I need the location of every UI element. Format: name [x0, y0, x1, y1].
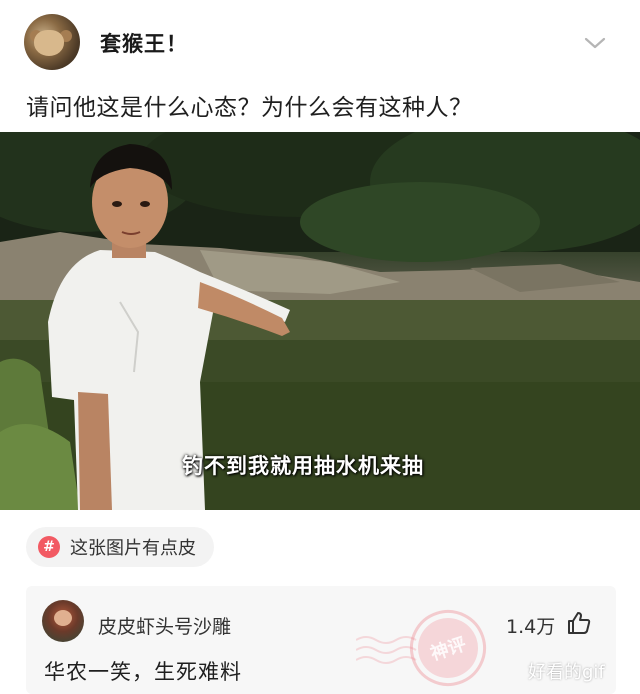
watermark: 好看的gif: [528, 662, 605, 683]
comment-avatar-face: [54, 610, 72, 626]
comment-text: 华农一笑，生死难料: [44, 660, 242, 684]
hash-icon: #: [38, 536, 60, 558]
shenping-stamp-label: 神评: [410, 610, 486, 686]
video-frame[interactable]: 钓不到我就用抽水机来抽: [0, 132, 640, 510]
like-count: 1.4万: [506, 616, 556, 638]
post-header: 套猴王！: [0, 0, 640, 76]
thumbs-up-icon[interactable]: [566, 610, 592, 636]
post-username[interactable]: 套猴王！: [100, 28, 188, 58]
comment-username[interactable]: 皮皮虾头号沙雕: [98, 612, 231, 639]
shenping-stamp: 神评: [400, 600, 496, 694]
chevron-down-icon[interactable]: [580, 30, 610, 56]
topic-tag[interactable]: # 这张图片有点皮: [26, 527, 214, 567]
avatar[interactable]: [24, 14, 80, 70]
avatar-face: [34, 30, 64, 56]
video-subtitle: 钓不到我就用抽水机来抽: [182, 454, 424, 478]
comment-avatar[interactable]: [42, 600, 84, 642]
post-text: 请问他这是什么心态？为什么会有这种人？: [26, 95, 473, 121]
topic-tag-label: 这张图片有点皮: [70, 538, 196, 559]
